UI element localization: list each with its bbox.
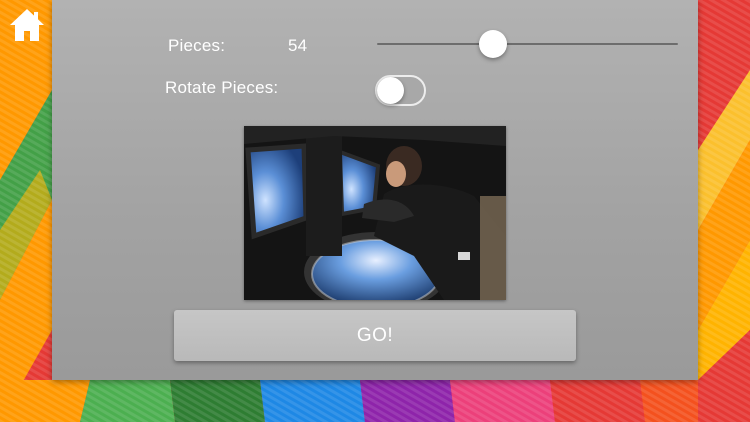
home-icon (10, 9, 44, 41)
pieces-value: 54 (288, 36, 308, 55)
puzzle-image-preview[interactable] (244, 126, 506, 300)
pieces-label: Pieces: (168, 36, 226, 55)
slider-track (377, 43, 678, 45)
toggle-knob (377, 77, 404, 104)
rotate-pieces-toggle[interactable] (375, 75, 426, 106)
astronaut-photo (244, 126, 506, 300)
pieces-slider[interactable] (377, 30, 678, 58)
home-button[interactable] (8, 6, 46, 44)
slider-thumb[interactable] (478, 30, 507, 58)
go-button[interactable]: GO! (174, 310, 576, 361)
rotate-pieces-label: Rotate Pieces: (165, 78, 279, 97)
